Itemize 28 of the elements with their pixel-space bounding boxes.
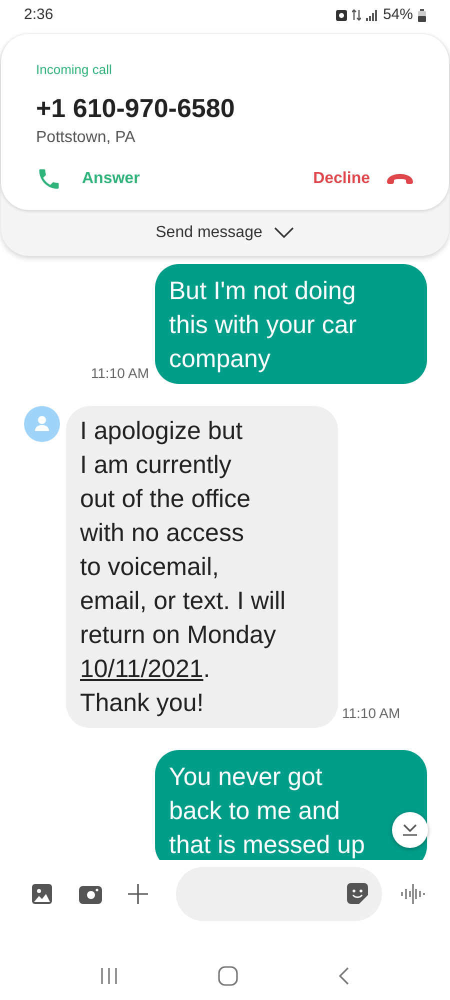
hang-up-icon xyxy=(386,172,414,184)
received-message-bubble: I apologize but I am currently out of the office with no access to voicemail, email, or text. I will return on Monday 10/11/2021. Thank you! xyxy=(66,406,338,728)
message-time: 11:10 AM xyxy=(342,704,400,720)
sent-message-bubble: You never got back to me and that is messed up xyxy=(155,750,427,860)
status-time: 2:36 xyxy=(24,4,54,25)
battery-percent: 54% xyxy=(382,4,413,25)
sticker-icon[interactable] xyxy=(347,883,368,904)
recent-apps-icon[interactable] xyxy=(100,968,118,984)
scroll-down-icon xyxy=(402,822,418,836)
voice-wave-icon[interactable] xyxy=(401,884,425,904)
chevron-down-icon xyxy=(274,227,294,238)
caller-number: +1 610-970-6580 xyxy=(36,92,236,124)
back-icon[interactable] xyxy=(338,966,350,984)
data-transfer-icon xyxy=(352,9,361,21)
notification-icon xyxy=(336,9,347,21)
call-status: Incoming call xyxy=(36,61,113,79)
sent-message-bubble: But I'm not doing this with your car company xyxy=(155,264,427,384)
gallery-icon[interactable] xyxy=(32,884,52,904)
send-message-button[interactable]: Send message xyxy=(1,210,449,256)
battery-icon xyxy=(418,8,426,22)
add-icon[interactable] xyxy=(128,884,148,904)
home-icon[interactable] xyxy=(218,966,238,986)
camera-icon[interactable] xyxy=(79,884,102,904)
signal-icon xyxy=(366,10,378,20)
message-time: 11:10 AM xyxy=(90,364,149,382)
decline-button[interactable]: Decline xyxy=(313,166,370,190)
caller-location: Pottstown, PA xyxy=(36,128,136,148)
date-link[interactable]: 10/11/2021 xyxy=(80,654,204,682)
